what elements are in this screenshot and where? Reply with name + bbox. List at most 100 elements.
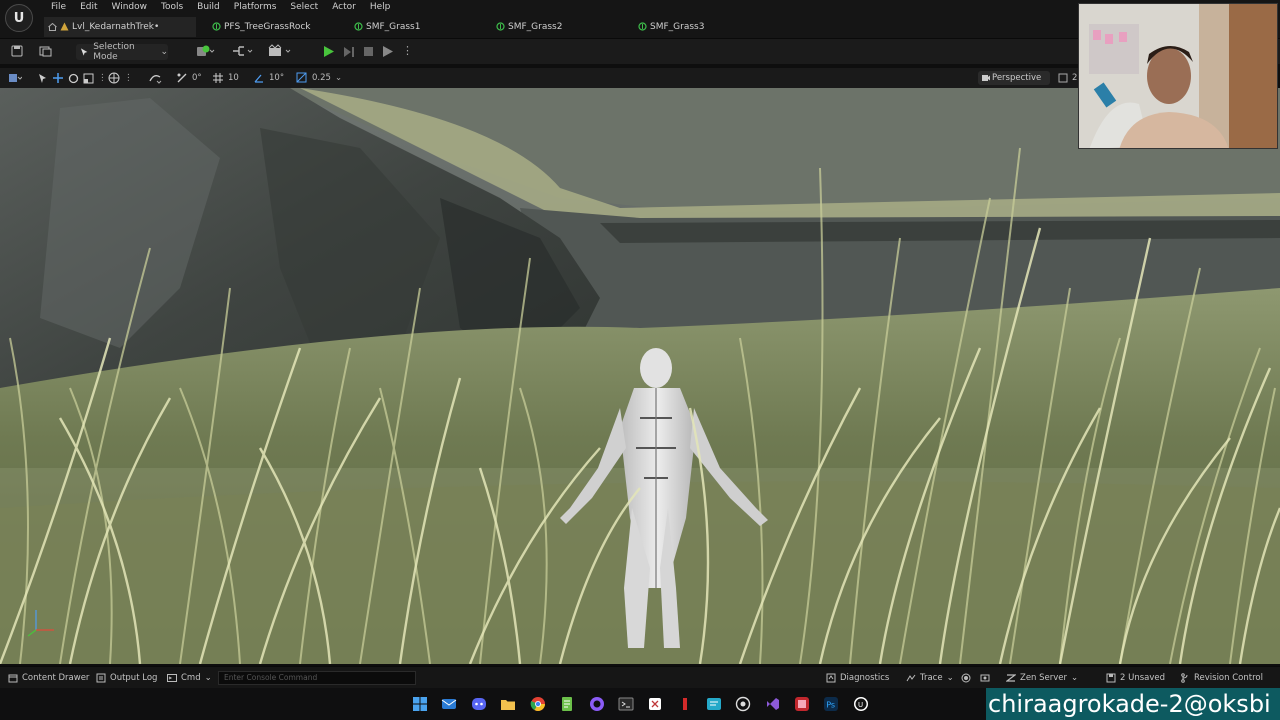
menu-select[interactable]: Select [283, 0, 325, 15]
menu-tools[interactable]: Tools [154, 0, 190, 15]
angle-snap-group[interactable]: 10° [253, 70, 284, 86]
content-drawer-button[interactable]: Content Drawer [8, 667, 89, 689]
menu-file[interactable]: File [44, 0, 73, 15]
angle-snap-value: 10° [269, 73, 285, 83]
chevron-down-icon: ⌄ [1071, 673, 1079, 683]
rotation-snap-value: 0° [192, 73, 202, 83]
perspective-label: Perspective [992, 73, 1042, 83]
snipping-tool-icon[interactable] [647, 696, 663, 712]
selection-mode-label: Selection Mode [93, 42, 135, 62]
epic-launcher-icon[interactable] [735, 696, 751, 712]
scene-render [0, 88, 1280, 664]
trace-record-button[interactable] [961, 667, 971, 689]
more-options-icon[interactable]: ⋮ [402, 44, 413, 58]
unsaved-button[interactable]: 2 Unsaved [1106, 667, 1165, 689]
world-space-icon[interactable] [108, 72, 120, 84]
level-viewport[interactable] [0, 88, 1280, 664]
outlook-icon[interactable] [441, 696, 457, 712]
svg-text:U: U [858, 701, 863, 709]
tab-level[interactable]: Lvl_KedarnathTrek• [44, 17, 196, 37]
selection-mode-dropdown[interactable]: Selection Mode ⌄ [76, 42, 168, 62]
zen-server-dropdown[interactable]: Zen Server ⌄ [1006, 667, 1078, 689]
perspective-dropdown[interactable]: Perspective ⌄ [978, 71, 1050, 97]
more-options-icon[interactable]: ⋮ [98, 73, 107, 83]
cinematics-icon[interactable] [267, 44, 293, 58]
discord-icon[interactable] [471, 696, 487, 712]
play-icon [324, 45, 334, 57]
viewport-menu-icon[interactable] [8, 72, 22, 84]
viewport-options-group [8, 70, 22, 86]
foliage-icon [638, 22, 647, 31]
webcam-feed [1079, 4, 1277, 148]
menu-platforms[interactable]: Platforms [227, 0, 284, 15]
github-icon[interactable] [589, 696, 605, 712]
chevron-down-icon: ⌄ [204, 673, 212, 683]
blueprint-icon[interactable] [231, 44, 255, 58]
camera-icon [982, 75, 990, 81]
design-app-icon[interactable] [794, 696, 810, 712]
menu-build[interactable]: Build [190, 0, 227, 15]
translate-tool-icon[interactable] [52, 72, 64, 84]
trace-dropdown[interactable]: Trace ⌄ [906, 667, 954, 689]
foliage-icon [496, 22, 505, 31]
revision-control-label: Revision Control [1194, 673, 1263, 683]
scale-snap-icon [296, 72, 307, 83]
menu-edit[interactable]: Edit [73, 0, 104, 15]
tab-smf-grass2[interactable]: SMF_Grass2 [480, 17, 622, 37]
menu-bar: File Edit Window Tools Build Platforms S… [44, 0, 397, 15]
chrome-icon[interactable] [530, 696, 546, 712]
record-icon [961, 673, 971, 683]
viewport-extra-group[interactable]: 2 [1058, 70, 1077, 86]
cmd-label: Cmd [181, 673, 201, 683]
cmd-dropdown[interactable]: Cmd ⌄ [167, 667, 212, 689]
chevron-down-icon: ⌄ [946, 673, 954, 683]
media-app-icon[interactable] [677, 696, 693, 712]
screenshot-button[interactable] [980, 667, 990, 689]
grid-snap-group[interactable]: 10 [212, 70, 239, 86]
tab-smf-grass3[interactable]: SMF_Grass3 [622, 17, 764, 37]
step-icon[interactable] [343, 46, 356, 58]
terminal-icon[interactable] [618, 696, 634, 712]
transform-tools-group: ⋮ [38, 70, 107, 86]
console-command-input[interactable]: Enter Console Command [218, 671, 416, 685]
play-button[interactable] [323, 44, 337, 58]
add-actor-icon[interactable] [196, 44, 216, 58]
trace-icon [906, 674, 916, 682]
surface-snap-group [148, 70, 162, 86]
surface-snap-icon[interactable] [148, 72, 162, 84]
tab-smf-grass1[interactable]: SMF_Grass1 [338, 17, 480, 37]
store-icon[interactable] [706, 696, 722, 712]
scale-snap-group[interactable]: 0.25 ⌄ [296, 70, 342, 86]
photoshop-icon[interactable]: Ps [823, 696, 839, 712]
more-options-icon[interactable]: ⋮ [124, 73, 133, 83]
eject-icon[interactable] [381, 45, 395, 58]
content-browser-icon[interactable] [39, 45, 52, 57]
notepad-icon[interactable] [559, 696, 575, 712]
windows-start-icon[interactable] [412, 696, 428, 712]
revision-control-icon [1181, 673, 1188, 683]
stop-icon[interactable] [363, 46, 374, 57]
menu-window[interactable]: Window [105, 0, 155, 15]
rotation-snap-group[interactable]: 0° [176, 70, 202, 86]
document-tabs: Lvl_KedarnathTrek• PFS_TreeGrassRock SMF… [44, 17, 764, 37]
diagnostics-button[interactable]: Diagnostics [826, 667, 889, 689]
level-icon [60, 22, 69, 31]
menu-actor[interactable]: Actor [325, 0, 363, 15]
tab-label: SMF_Grass3 [650, 22, 705, 32]
revision-control-dropdown[interactable]: Revision Control [1180, 667, 1263, 689]
visual-studio-icon[interactable] [765, 696, 781, 712]
grid-icon [213, 73, 223, 83]
tab-pfs-treegrassrock[interactable]: PFS_TreeGrassRock [196, 17, 338, 37]
unreal-logo-icon[interactable]: U [5, 4, 33, 32]
select-tool-icon[interactable] [38, 73, 48, 84]
rotate-tool-icon[interactable] [68, 73, 79, 84]
menu-help[interactable]: Help [363, 0, 398, 15]
output-log-button[interactable]: Output Log [96, 667, 157, 689]
viewport-extra-value: 2 [1072, 73, 1078, 83]
scale-tool-icon[interactable] [83, 73, 94, 84]
unreal-engine-icon[interactable]: U [853, 696, 869, 712]
save-icon[interactable] [11, 45, 23, 57]
layout-icon [1058, 73, 1068, 83]
file-explorer-icon[interactable] [500, 696, 516, 712]
tab-label: SMF_Grass2 [508, 22, 563, 32]
